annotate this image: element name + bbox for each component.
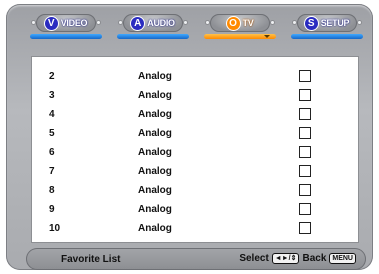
list-item[interactable]: 4 Analog <box>32 105 358 124</box>
tab-tv[interactable]: O TV <box>198 10 280 42</box>
tab-tv-pill: O TV <box>206 14 274 32</box>
favorite-checkbox[interactable] <box>299 203 311 215</box>
favorite-checkbox[interactable] <box>299 108 311 120</box>
channel-number: 4 <box>49 109 55 120</box>
footer-title: Favorite List <box>61 254 121 265</box>
dropdown-arrow-icon <box>264 35 270 38</box>
channel-number: 5 <box>49 128 55 139</box>
tab-audio-label: AUDIO <box>147 18 175 28</box>
favorite-checkbox[interactable] <box>299 165 311 177</box>
list-item[interactable]: 3 Analog <box>32 86 358 105</box>
channel-type: Analog <box>138 185 172 196</box>
navigate-arrows-icon: ◄►/⇕ <box>271 253 300 264</box>
menu-key-icon: MENU <box>329 253 356 264</box>
favorite-checkbox[interactable] <box>299 70 311 82</box>
pill-dot-icon <box>97 21 100 24</box>
tab-setup[interactable]: S SETUP <box>285 10 367 42</box>
tab-video-underline <box>30 34 102 39</box>
channel-type: Analog <box>138 166 172 177</box>
favorite-checkbox[interactable] <box>299 89 311 101</box>
tab-audio-pill: A AUDIO <box>119 14 187 32</box>
channel-number: 3 <box>49 90 55 101</box>
pill-dot-icon <box>206 21 209 24</box>
list-item[interactable]: 5 Analog <box>32 124 358 143</box>
channel-type: Analog <box>138 109 172 120</box>
tab-setup-pill: S SETUP <box>293 14 361 32</box>
list-item[interactable]: 2 Analog <box>32 67 358 86</box>
audio-letter-icon: A <box>131 16 145 30</box>
list-item[interactable]: 6 Analog <box>32 143 358 162</box>
tab-video-label: VIDEO <box>60 18 88 28</box>
channel-type: Analog <box>138 223 172 234</box>
channel-number: 6 <box>49 147 55 158</box>
back-hint-label: Back <box>302 253 327 264</box>
tab-audio[interactable]: A AUDIO <box>111 10 193 42</box>
channel-number: 2 <box>49 71 55 82</box>
setup-letter-icon: S <box>304 16 318 30</box>
favorite-checkbox[interactable] <box>299 184 311 196</box>
favorite-checkbox[interactable] <box>299 146 311 158</box>
channel-type: Analog <box>138 204 172 215</box>
favorite-list-panel: 2 Analog 3 Analog 4 Analog 5 Analog 6 An… <box>32 57 358 242</box>
tab-audio-underline <box>117 34 189 39</box>
pill-dot-icon <box>32 21 35 24</box>
channel-type: Analog <box>138 90 172 101</box>
pill-dot-icon <box>184 21 187 24</box>
list-item[interactable]: 9 Analog <box>32 200 358 219</box>
tab-setup-label: SETUP <box>320 18 350 28</box>
tab-tv-label: TV <box>242 18 254 28</box>
channel-type: Analog <box>138 128 172 139</box>
pill-dot-icon <box>293 21 296 24</box>
video-letter-icon: V <box>44 16 58 30</box>
tv-letter-icon: O <box>226 16 240 30</box>
pill-dot-icon <box>119 21 122 24</box>
pill-dot-icon <box>358 21 361 24</box>
select-hint-label: Select <box>239 253 269 264</box>
pill-dot-icon <box>271 21 274 24</box>
channel-number: 9 <box>49 204 55 215</box>
list-item[interactable]: 10 Analog <box>32 219 358 238</box>
footer-hints: Select ◄►/⇕ Back MENU <box>239 253 356 264</box>
menu-frame: V VIDEO A AUDIO O TV S SETUP 2 Analog 3 … <box>6 4 373 270</box>
channel-type: Analog <box>138 147 172 158</box>
tab-video[interactable]: V VIDEO <box>24 10 106 42</box>
favorite-checkbox[interactable] <box>299 127 311 139</box>
channel-type: Analog <box>138 71 172 82</box>
favorite-checkbox[interactable] <box>299 222 311 234</box>
menu-tab-bar: V VIDEO A AUDIO O TV S SETUP <box>24 10 367 42</box>
channel-number: 7 <box>49 166 55 177</box>
tab-setup-underline <box>291 34 363 39</box>
footer-bar: Favorite List Select ◄►/⇕ Back MENU <box>26 248 366 270</box>
channel-number: 8 <box>49 185 55 196</box>
list-item[interactable]: 8 Analog <box>32 181 358 200</box>
tab-video-pill: V VIDEO <box>32 14 100 32</box>
list-item[interactable]: 7 Analog <box>32 162 358 181</box>
channel-number: 10 <box>49 223 61 234</box>
tab-tv-underline <box>204 34 276 39</box>
